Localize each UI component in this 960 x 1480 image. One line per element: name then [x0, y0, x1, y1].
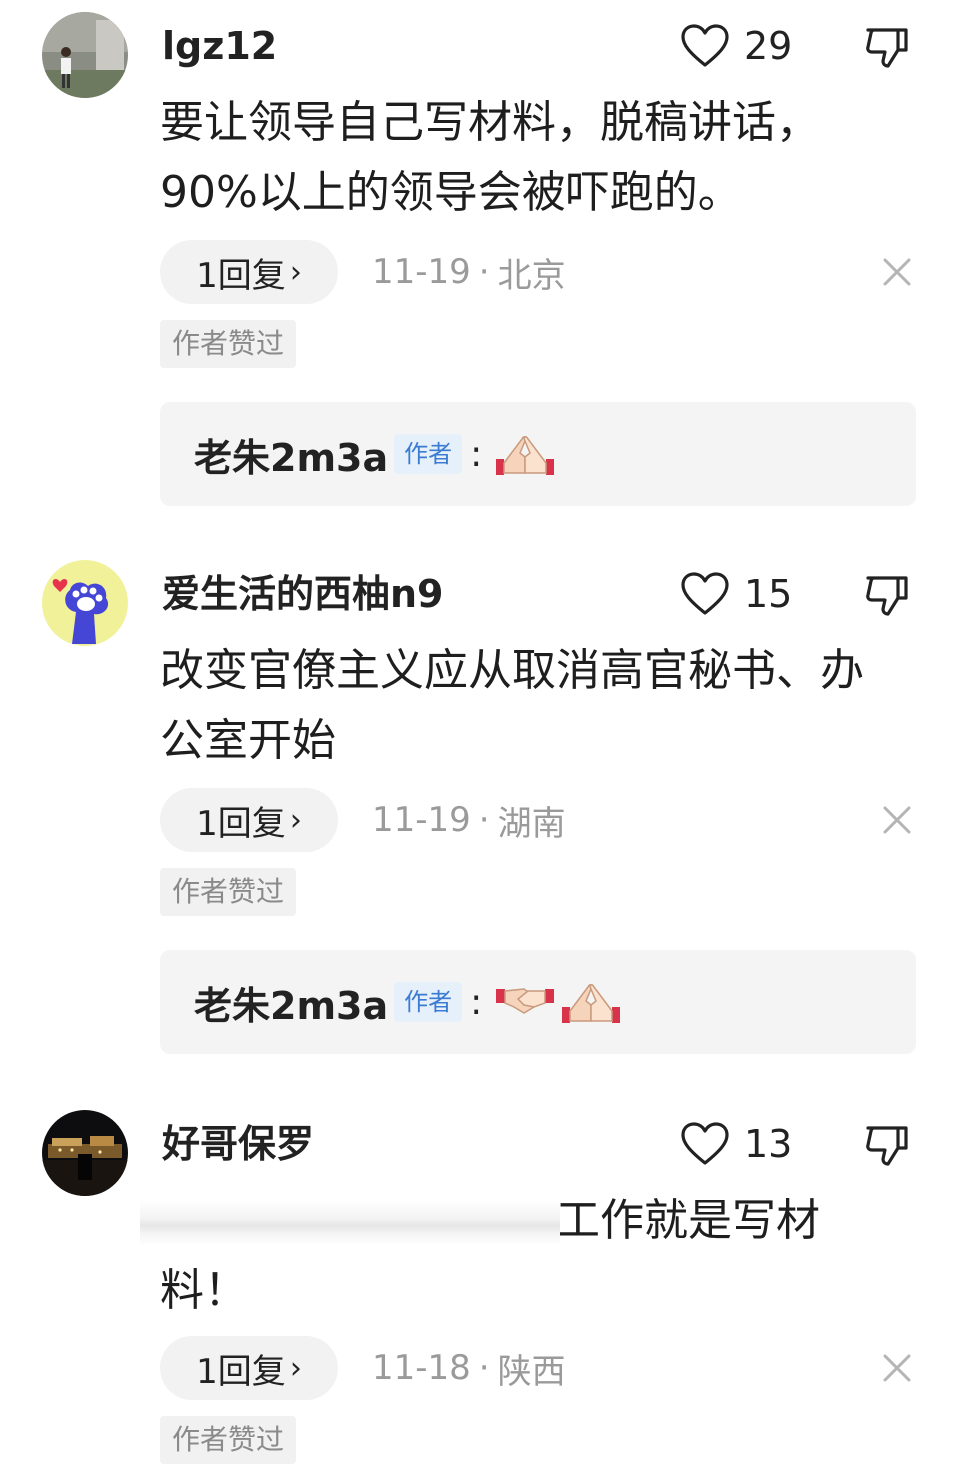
comment-date: 11-18 — [372, 1348, 471, 1388]
heart-outline-icon — [681, 572, 729, 615]
reply-count-label: 1回复 — [196, 255, 286, 296]
comment-date: 11-19 — [372, 252, 471, 292]
avatar-image — [42, 1110, 128, 1196]
like-count: 13 — [744, 1122, 793, 1166]
author-tag: 作者 — [394, 982, 463, 1022]
close-icon[interactable] — [880, 1351, 914, 1385]
view-replies-button[interactable]: 1回复 › — [160, 1336, 338, 1400]
username[interactable]: lgz12 — [162, 20, 277, 72]
close-icon[interactable] — [880, 255, 914, 289]
user-avatar[interactable] — [42, 560, 128, 646]
heart-outline-icon — [681, 1122, 729, 1165]
handshake-emoji-icon — [496, 988, 555, 1014]
avatar-image — [42, 560, 128, 646]
comment-meta: 11-19 · 北京 — [372, 240, 566, 304]
user-avatar[interactable] — [42, 1110, 128, 1196]
author-name: 老朱2m3a — [194, 983, 389, 1028]
meta-separator: · — [478, 800, 490, 840]
avatar-image — [42, 12, 128, 98]
chevron-right-icon: › — [289, 802, 302, 838]
author-tag: 作者 — [394, 434, 463, 474]
comment-meta: 11-18 · 陕西 — [372, 1336, 566, 1400]
reply-count-label: 1回复 — [196, 803, 286, 844]
author-reply-preview[interactable]: 老朱2m3a 作者 : — [160, 950, 916, 1054]
comment-location: 北京 — [497, 255, 566, 296]
comment-date: 11-19 — [372, 800, 471, 840]
heart-outline-icon — [681, 24, 729, 67]
reply-colon: : — [470, 981, 483, 1023]
thumbs-down-icon[interactable] — [862, 570, 912, 620]
chevron-right-icon: › — [289, 1350, 302, 1386]
comment-text: 改变官僚主义应从取消高官秘书、办公室开始 — [160, 645, 864, 766]
view-replies-button[interactable]: 1回复 › — [160, 240, 338, 304]
like-count: 15 — [744, 572, 793, 616]
comment-location: 陕西 — [497, 1351, 566, 1392]
thumbs-down-icon[interactable] — [862, 22, 912, 72]
author-reply-preview[interactable]: 老朱2m3a 作者 : — [160, 402, 916, 506]
like-button[interactable]: 29 — [680, 20, 792, 72]
chevron-right-icon: › — [289, 254, 302, 290]
view-replies-button[interactable]: 1回复 › — [160, 788, 338, 852]
author-name: 老朱2m3a — [194, 435, 389, 480]
user-avatar[interactable] — [42, 12, 128, 98]
thumbs-down-icon[interactable] — [862, 1120, 912, 1170]
author-liked-badge: 作者赞过 — [160, 868, 297, 916]
praying-hands-emoji-icon — [562, 984, 621, 1023]
comment-location: 湖南 — [497, 803, 566, 844]
comment-text-line: 料！ — [160, 1265, 248, 1316]
reply-colon: : — [470, 433, 483, 475]
comment-text: 要让领导自己写材料，脱稿讲话，90%以上的领导会被吓跑的。 — [160, 97, 820, 218]
reply-count-label: 1回复 — [196, 1351, 286, 1392]
username[interactable]: 好哥保罗 — [162, 1118, 314, 1170]
meta-separator: · — [478, 252, 490, 292]
like-button[interactable]: 13 — [680, 1118, 792, 1170]
meta-separator: · — [478, 1348, 490, 1388]
praying-hands-emoji-icon — [496, 436, 555, 475]
like-button[interactable]: 15 — [680, 568, 792, 620]
author-liked-badge: 作者赞过 — [160, 1416, 297, 1464]
like-count: 29 — [744, 24, 793, 68]
username[interactable]: 爱生活的西柚n9 — [162, 568, 444, 620]
comment-meta: 11-19 · 湖南 — [372, 788, 566, 852]
author-liked-badge: 作者赞过 — [160, 320, 297, 368]
close-icon[interactable] — [880, 803, 914, 837]
redacted-text-blur — [140, 1200, 560, 1246]
